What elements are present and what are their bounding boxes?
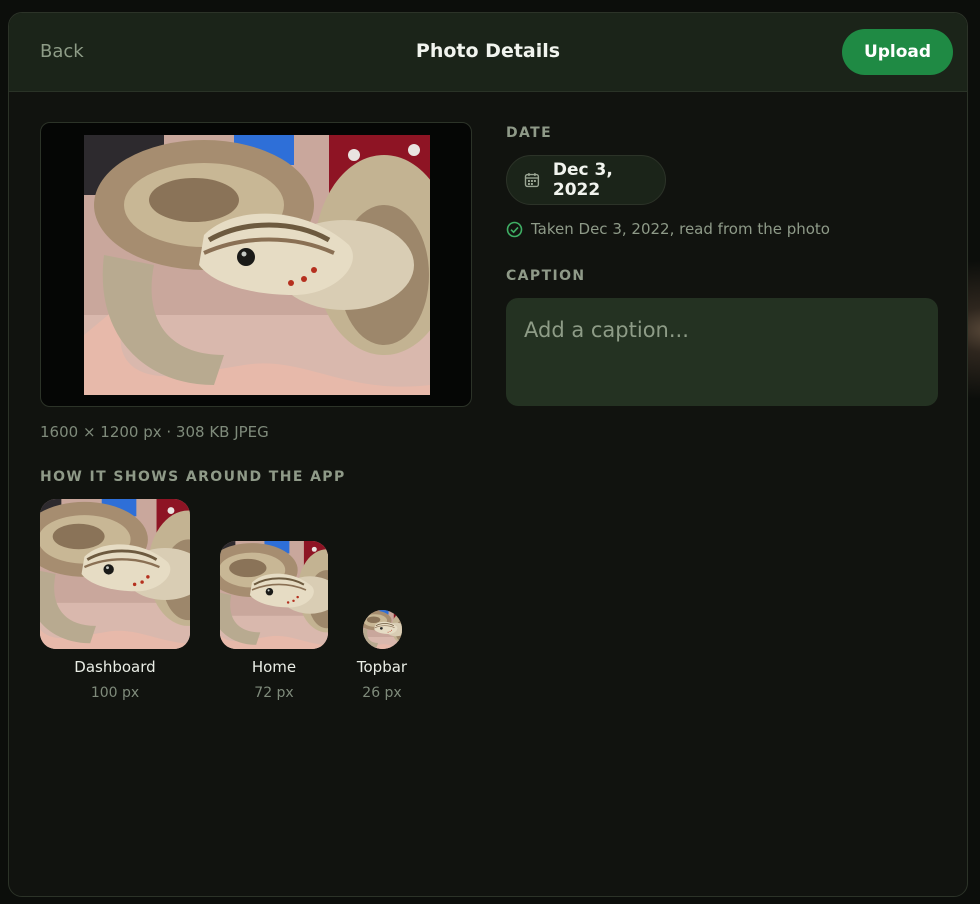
- date-section-label: DATE: [506, 125, 553, 141]
- date-taken-text: Taken Dec 3, 2022, read from the photo: [531, 220, 830, 238]
- preview-topbar: Topbar 26 px: [348, 610, 416, 701]
- preview-dashboard: Dashboard 100 px: [40, 499, 190, 701]
- photo-details-sheet: Back Photo Details Upload 1600 × 1200 px…: [8, 12, 968, 897]
- preview-size: 100 px: [90, 685, 140, 701]
- caption-section-label: CAPTION: [506, 268, 586, 284]
- check-circle-icon: [506, 221, 523, 237]
- preview-name: Dashboard: [74, 658, 156, 676]
- preview-size: 26 px: [362, 685, 402, 701]
- upload-button[interactable]: Upload: [842, 29, 953, 75]
- photo-meta-info: 1600 × 1200 px · 308 KB JPEG: [40, 423, 269, 441]
- preview-size: 72 px: [254, 685, 294, 701]
- preview-name: Home: [251, 658, 297, 676]
- date-value: Dec 3, 2022: [552, 160, 613, 200]
- photo-image: [84, 135, 430, 395]
- preview-home-image: [220, 541, 328, 649]
- preview-home: Home 72 px: [220, 541, 328, 701]
- date-picker-button[interactable]: Dec 3, 2022: [506, 155, 666, 205]
- photo-preview-frame: [40, 122, 472, 407]
- caption-input[interactable]: [506, 298, 938, 406]
- calendar-icon: [524, 173, 540, 188]
- header-bar: Back Photo Details Upload: [9, 13, 967, 92]
- preview-name: Topbar: [356, 658, 408, 676]
- page-title: Photo Details: [415, 40, 561, 62]
- previews-section-label: HOW IT SHOWS AROUND THE APP: [40, 469, 346, 485]
- preview-dashboard-image: [40, 499, 190, 649]
- preview-topbar-image: [363, 610, 402, 649]
- date-taken-note: Taken Dec 3, 2022, read from the photo: [506, 220, 830, 238]
